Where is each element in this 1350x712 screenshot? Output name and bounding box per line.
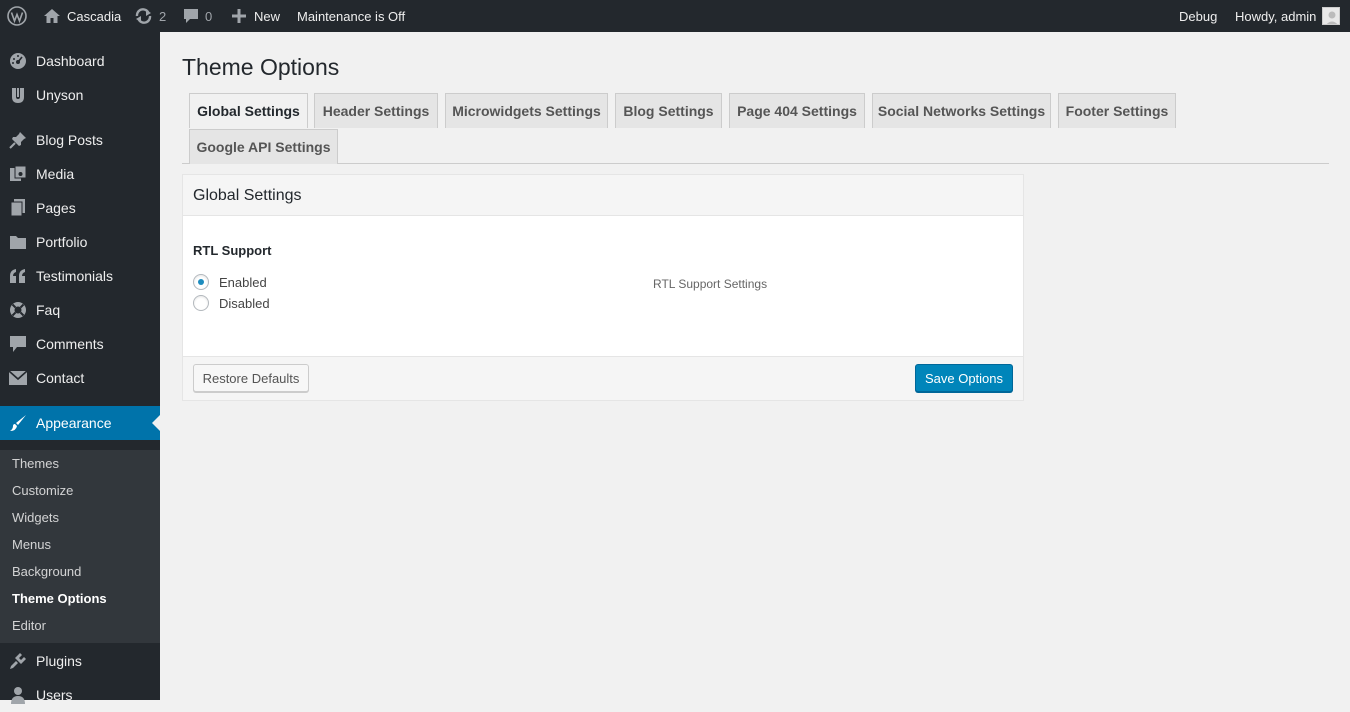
pages-icon — [8, 199, 28, 217]
submenu-item-customize[interactable]: Customize — [12, 483, 73, 498]
plus-icon — [232, 9, 246, 23]
radio-enabled[interactable] — [193, 274, 209, 290]
admin-bar: Cascadia 2 0 New Maintenance is Off Debu… — [0, 0, 1350, 32]
panel-title: Global Settings — [193, 187, 302, 204]
unyson-icon — [8, 86, 28, 104]
sidebar-item-users[interactable]: Users — [0, 678, 160, 712]
sidebar-item-dashboard[interactable]: Dashboard — [0, 44, 160, 78]
sidebar-item-label: Appearance — [36, 415, 112, 431]
sidebar-item-unyson[interactable]: Unyson — [0, 78, 160, 112]
submenu-item-background[interactable]: Background — [12, 564, 81, 579]
radio-enabled-label: Enabled — [219, 274, 267, 290]
media-icon — [8, 165, 28, 183]
pushpin-icon — [8, 131, 28, 149]
home-icon — [44, 9, 60, 23]
updates-count: 2 — [159, 8, 167, 24]
sidebar-item-label: Portfolio — [36, 234, 88, 250]
sidebar-item-comments[interactable]: Comments — [0, 327, 160, 361]
lifebuoy-icon — [8, 301, 28, 319]
sidebar-item-label: Pages — [36, 200, 76, 216]
comments-count: 0 — [205, 8, 213, 24]
rtl-support-description: RTL Support Settings — [653, 277, 768, 291]
site-name-link[interactable]: Cascadia — [44, 0, 121, 32]
tab-header-settings[interactable]: Header Settings — [314, 93, 438, 128]
new-content-link[interactable]: New — [232, 0, 280, 32]
comments-link[interactable]: 0 — [183, 0, 212, 32]
tab-footer-settings[interactable]: Footer Settings — [1058, 93, 1176, 128]
tab-blog-settings[interactable]: Blog Settings — [615, 93, 722, 128]
tab-google-api-settings[interactable]: Google API Settings — [189, 129, 338, 164]
panel-footer: Restore Defaults Save Options — [183, 356, 1023, 400]
sidebar-item-contact[interactable]: Contact — [0, 361, 160, 395]
sidebar-item-label: Contact — [36, 370, 85, 386]
sidebar-item-label: Plugins — [36, 653, 82, 669]
tab-social-networks-settings[interactable]: Social Networks Settings — [872, 93, 1051, 128]
rtl-support-label: RTL Support — [193, 243, 272, 258]
envelope-icon — [8, 369, 28, 387]
settings-panel: Global Settings RTL Support Enabled Disa… — [182, 174, 1024, 401]
sidebar-item-pages[interactable]: Pages — [0, 191, 160, 225]
radio-option-disabled[interactable]: Disabled — [193, 295, 270, 311]
howdy-label: Howdy, admin — [1235, 8, 1317, 24]
radio-disabled-label: Disabled — [219, 295, 270, 311]
settings-tabs: Global Settings Header Settings Microwid… — [182, 93, 1329, 164]
sidebar-item-label: Testimonials — [36, 268, 114, 284]
folder-icon — [8, 233, 28, 251]
page-title: Theme Options — [182, 54, 340, 80]
sidebar-item-testimonials[interactable]: Testimonials — [0, 259, 160, 293]
tab-global-settings[interactable]: Global Settings — [189, 93, 308, 128]
sidebar-item-blog-posts[interactable]: Blog Posts — [0, 123, 160, 157]
updates-link[interactable]: 2 — [134, 0, 166, 32]
debug-link[interactable]: Debug — [1179, 0, 1217, 32]
account-menu[interactable]: Howdy, admin — [1235, 0, 1341, 32]
sidebar-item-label: Dashboard — [36, 53, 105, 69]
new-label: New — [254, 8, 281, 24]
wordpress-logo-icon[interactable] — [7, 0, 27, 32]
paintbrush-icon — [8, 414, 28, 432]
submenu-item-widgets[interactable]: Widgets — [12, 510, 59, 525]
dashboard-icon — [8, 52, 28, 70]
radio-option-enabled[interactable]: Enabled — [193, 274, 267, 290]
sidebar-item-faq[interactable]: Faq — [0, 293, 160, 327]
save-options-button[interactable]: Save Options — [915, 364, 1013, 392]
tab-microwidgets-settings[interactable]: Microwidgets Settings — [445, 93, 608, 128]
comment-icon — [8, 335, 28, 353]
sidebar-item-plugins[interactable]: Plugins — [0, 644, 160, 678]
site-name-label: Cascadia — [67, 8, 122, 24]
maintenance-link[interactable]: Maintenance is Off — [297, 0, 405, 32]
radio-disabled[interactable] — [193, 295, 209, 311]
updates-icon — [134, 8, 153, 24]
comment-bubble-icon — [183, 8, 199, 24]
panel-header: Global Settings — [183, 175, 1023, 216]
avatar — [1322, 7, 1341, 25]
admin-sidebar: Dashboard Unyson Blog Posts Media Pages … — [0, 32, 160, 704]
restore-defaults-button[interactable]: Restore Defaults — [193, 364, 309, 392]
sidebar-item-media[interactable]: Media — [0, 157, 160, 191]
sidebar-item-appearance[interactable]: Appearance — [0, 406, 160, 440]
sidebar-item-label: Faq — [36, 302, 61, 318]
submenu-item-editor[interactable]: Editor — [12, 618, 46, 633]
tab-page-404-settings[interactable]: Page 404 Settings — [729, 93, 865, 128]
appearance-submenu: Themes Customize Widgets Menus Backgroun… — [0, 450, 160, 643]
submenu-item-menus[interactable]: Menus — [12, 537, 51, 552]
sidebar-item-label: Users — [36, 687, 73, 703]
submenu-item-themes[interactable]: Themes — [12, 456, 59, 471]
sidebar-item-label: Unyson — [36, 87, 84, 103]
plugin-icon — [8, 652, 28, 670]
quote-icon — [8, 267, 28, 285]
submenu-item-theme-options[interactable]: Theme Options — [12, 591, 107, 606]
sidebar-item-portfolio[interactable]: Portfolio — [0, 225, 160, 259]
sidebar-item-label: Blog Posts — [36, 132, 103, 148]
users-icon — [8, 686, 28, 704]
sidebar-item-label: Comments — [36, 336, 104, 352]
sidebar-item-label: Media — [36, 166, 75, 182]
